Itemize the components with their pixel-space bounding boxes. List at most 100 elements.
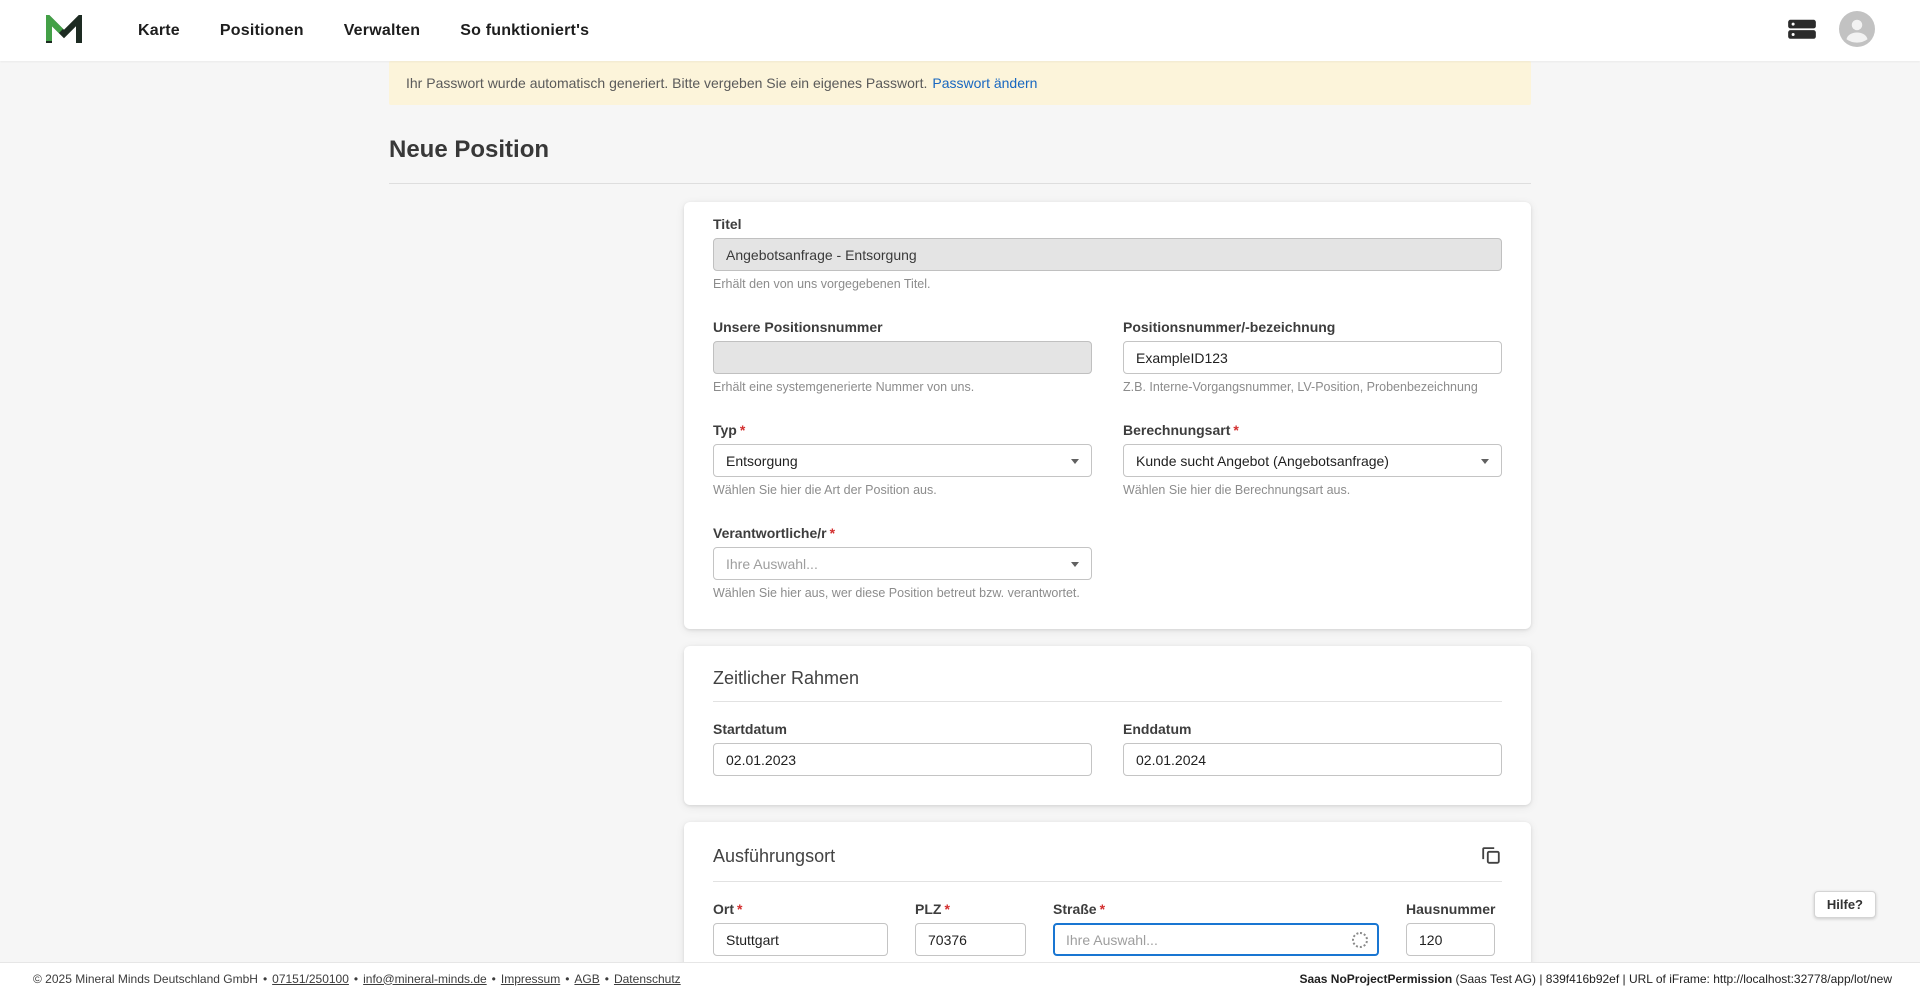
required-marker: *	[737, 901, 742, 917]
footer-separator: •	[354, 972, 358, 986]
verantwortliche-field: Verantwortliche/r* Ihre Auswahl... Wähle…	[713, 525, 1092, 600]
positionsbezeichnung-label: Positionsnummer/-bezeichnung	[1123, 319, 1502, 335]
titel-label: Titel	[713, 216, 1502, 232]
title-divider	[389, 183, 1531, 184]
positionsbezeichnung-field: Positionsnummer/-bezeichnung Z.B. Intern…	[1123, 319, 1502, 394]
nav-item-positionen[interactable]: Positionen	[220, 22, 304, 40]
ort-label: Ort*	[713, 901, 888, 917]
required-marker: *	[1100, 901, 1105, 917]
positionsbezeichnung-input[interactable]	[1123, 341, 1502, 374]
enddatum-label-text: Enddatum	[1123, 721, 1191, 737]
required-marker: *	[1233, 422, 1238, 438]
server-icon-button[interactable]	[1787, 17, 1817, 44]
unsere-positionsnummer-label-text: Unsere Positionsnummer	[713, 319, 883, 335]
hausnummer-field: Hausnummer	[1406, 901, 1495, 956]
plz-input[interactable]	[915, 923, 1026, 956]
startdatum-input[interactable]	[713, 743, 1092, 776]
logo-icon[interactable]	[45, 15, 83, 47]
copy-icon	[1480, 844, 1502, 869]
avatar-button[interactable]	[1839, 11, 1875, 50]
verantwortliche-select-placeholder: Ihre Auswahl...	[726, 556, 818, 572]
ort-label-text: Ort	[713, 901, 734, 917]
footer-app-details: (Saas Test AG) | 839f416b92ef | URL of i…	[1452, 972, 1892, 986]
password-banner: Ihr Passwort wurde automatisch generiert…	[389, 61, 1531, 105]
plz-label-text: PLZ	[915, 901, 941, 917]
verantwortliche-select[interactable]: Ihre Auswahl...	[713, 547, 1092, 580]
plz-label: PLZ*	[915, 901, 1026, 917]
nav-item-so-funktionierts[interactable]: So funktioniert's	[460, 22, 589, 40]
startdatum-label: Startdatum	[713, 721, 1092, 737]
positionsbezeichnung-label-text: Positionsnummer/-bezeichnung	[1123, 319, 1335, 335]
footer-agb-link[interactable]: AGB	[574, 972, 599, 986]
verantwortliche-label-text: Verantwortliche/r	[713, 525, 827, 541]
page-title: Neue Position	[389, 136, 1531, 164]
nav-item-verwalten[interactable]: Verwalten	[344, 22, 421, 40]
main-nav: Karte Positionen Verwalten So funktionie…	[138, 22, 589, 40]
typ-label: Typ*	[713, 422, 1092, 438]
footer-email-link[interactable]: info@mineral-minds.de	[363, 972, 487, 986]
navbar: Karte Positionen Verwalten So funktionie…	[0, 0, 1920, 61]
required-marker: *	[944, 901, 949, 917]
berechnungsart-select-value: Kunde sucht Angebot (Angebotsanfrage)	[1136, 453, 1389, 469]
hausnummer-label: Hausnummer	[1406, 901, 1495, 917]
footer-separator: •	[492, 972, 496, 986]
footer-impressum-link[interactable]: Impressum	[501, 972, 560, 986]
titel-field: Titel Erhält den von uns vorgegebenen Ti…	[713, 216, 1502, 291]
zeitraum-heading-block: Zeitlicher Rahmen	[713, 668, 1502, 702]
zeitraum-heading: Zeitlicher Rahmen	[713, 668, 1502, 689]
ausfuehrungsort-heading: Ausführungsort	[713, 846, 835, 867]
titel-label-text: Titel	[713, 216, 742, 232]
footer-separator: •	[263, 972, 267, 986]
dropdown-arrow-icon	[1481, 459, 1489, 464]
help-button[interactable]: Hilfe?	[1814, 891, 1876, 918]
startdatum-field: Startdatum	[713, 721, 1092, 776]
footer-app-info: Saas NoProjectPermission (Saas Test AG) …	[1299, 972, 1892, 986]
verantwortliche-label: Verantwortliche/r*	[713, 525, 1092, 541]
hausnummer-label-text: Hausnummer	[1406, 901, 1495, 917]
typ-field: Typ* Entsorgung Wählen Sie hier die Art …	[713, 422, 1092, 497]
strasse-field: Straße*	[1053, 901, 1379, 956]
unsere-positionsnummer-label: Unsere Positionsnummer	[713, 319, 1092, 335]
typ-helper: Wählen Sie hier die Art der Position aus…	[713, 483, 1092, 497]
plz-field: PLZ*	[915, 901, 1026, 956]
server-icon	[1787, 17, 1817, 44]
navbar-right	[1787, 11, 1875, 50]
copy-button[interactable]	[1480, 844, 1502, 869]
avatar-icon	[1839, 11, 1875, 50]
berechnungsart-label-text: Berechnungsart	[1123, 422, 1230, 438]
change-password-link[interactable]: Passwort ändern	[932, 75, 1037, 91]
strasse-input[interactable]	[1053, 923, 1379, 956]
footer: © 2025 Mineral Minds Deutschland GmbH • …	[0, 962, 1920, 994]
footer-left: © 2025 Mineral Minds Deutschland GmbH • …	[33, 972, 681, 986]
titel-input	[713, 238, 1502, 271]
main-content: Ihr Passwort wurde automatisch generiert…	[389, 0, 1531, 994]
footer-datenschutz-link[interactable]: Datenschutz	[614, 972, 681, 986]
typ-select-value: Entsorgung	[726, 453, 798, 469]
ort-input[interactable]	[713, 923, 888, 956]
footer-separator: •	[605, 972, 609, 986]
required-marker: *	[740, 422, 745, 438]
footer-app-name: Saas NoProjectPermission	[1299, 972, 1452, 986]
typ-select[interactable]: Entsorgung	[713, 444, 1092, 477]
form-column: Titel Erhält den von uns vorgegebenen Ti…	[684, 202, 1531, 994]
enddatum-input[interactable]	[1123, 743, 1502, 776]
ausfuehrungsort-heading-block: Ausführungsort	[713, 844, 1502, 882]
berechnungsart-select[interactable]: Kunde sucht Angebot (Angebotsanfrage)	[1123, 444, 1502, 477]
berechnungsart-field: Berechnungsart* Kunde sucht Angebot (Ang…	[1123, 422, 1502, 497]
unsere-positionsnummer-helper: Erhält eine systemgenerierte Nummer von …	[713, 380, 1092, 394]
unsere-positionsnummer-input	[713, 341, 1092, 374]
hausnummer-input[interactable]	[1406, 923, 1495, 956]
required-marker: *	[830, 525, 835, 541]
enddatum-field: Enddatum	[1123, 721, 1502, 776]
basics-card: Titel Erhält den von uns vorgegebenen Ti…	[684, 202, 1531, 629]
banner-text: Ihr Passwort wurde automatisch generiert…	[406, 75, 927, 91]
loading-spinner-icon	[1352, 932, 1368, 948]
unsere-positionsnummer-field: Unsere Positionsnummer Erhält eine syste…	[713, 319, 1092, 394]
footer-separator: •	[565, 972, 569, 986]
footer-copyright: © 2025 Mineral Minds Deutschland GmbH	[33, 972, 258, 986]
verantwortliche-helper: Wählen Sie hier aus, wer diese Position …	[713, 586, 1092, 600]
nav-item-karte[interactable]: Karte	[138, 22, 180, 40]
zeitraum-card: Zeitlicher Rahmen Startdatum Enddatum	[684, 646, 1531, 805]
footer-phone-link[interactable]: 07151/250100	[272, 972, 349, 986]
ort-field: Ort*	[713, 901, 888, 956]
